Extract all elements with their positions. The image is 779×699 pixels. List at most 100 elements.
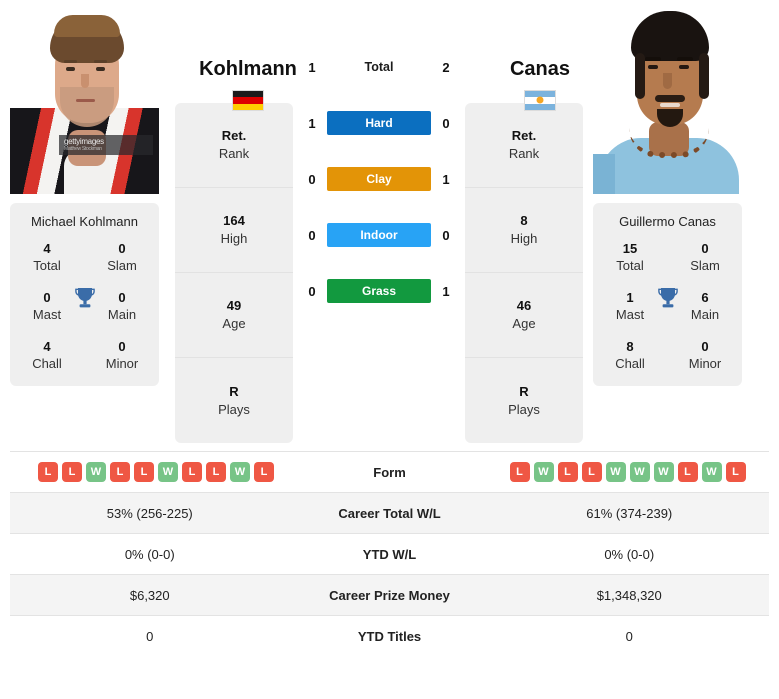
watermark-subtext: Matthew Stockman [64,146,102,152]
right-rank-label: Rank [508,146,540,161]
row-label-ytd-titles: YTD Titles [357,628,422,644]
h2h-hard-right: 0 [442,115,450,131]
h2h-hard-label: Hard [327,111,431,135]
stat-main: 0 Main [99,289,145,323]
right-high-value: 8 [520,213,528,228]
right-ytd-wl: 0% (0-0) [604,546,655,562]
form-badge-w: W [230,462,250,482]
left-ytd-wl: 0% (0-0) [124,546,175,562]
h2h-row-indoor: 0 Indoor 0 [297,221,461,249]
left-high-value: 164 [223,213,245,228]
form-badge-w: W [533,462,554,482]
titles-row: 15 Total 0 Slam [597,240,738,274]
left-player-last-name: Kohlmann [199,58,297,80]
left-high-cell: 164 High [175,188,293,273]
stat-slam: 0 Slam [99,240,145,274]
row-label-form: Form [373,464,406,480]
right-age-label: Age [512,316,536,331]
stat-chall: 4 Chall [24,338,70,372]
stat-slam: 0 Slam [682,240,728,274]
left-age-cell: 49 Age [175,273,293,358]
h2h-total-label: Total [364,60,394,74]
form-badge-l: L [557,462,578,482]
form-badge-w: W [86,462,106,482]
stat-chall-value: 4 [43,339,51,354]
h2h-clay-right: 1 [442,171,450,187]
right-age-value: 46 [516,298,532,313]
left-plays-value: R [229,383,239,399]
h2h-row-clay: 0 Clay 1 [297,165,461,193]
form-badge-w: W [653,462,674,482]
left-plays-cell: R Plays [175,358,293,443]
stat-mast-label: Mast [615,307,645,322]
trophy-icon [72,285,98,311]
stat-chall-value: 8 [626,339,634,354]
right-prize-money: $1,348,320 [596,587,662,603]
form-badge-w: W [701,462,722,482]
form-badge-l: L [254,462,274,482]
row-label-ytd-wl: YTD W/L [362,546,417,562]
left-form-list: LLWLLWLLWL [16,462,284,482]
stat-chall: 8 Chall [607,338,653,372]
right-career-wl: 61% (374-239) [586,505,673,521]
stat-mast-value: 0 [43,290,51,305]
row-label-career-wl: Career Total W/L [338,505,441,521]
right-plays-cell: R Plays [465,358,583,443]
stat-minor-value: 0 [118,339,126,354]
h2h-clay-left: 0 [308,171,316,187]
right-ytd-titles: 0 [625,628,633,644]
stat-total: 15 Total [607,240,653,274]
right-player-titles-card: Guillermo Canas 15 Total 0 Slam 1 Mast 6… [593,203,742,386]
stat-minor-label: Minor [688,356,722,371]
right-age-cell: 46 Age [465,273,583,358]
left-player-photo: gettyimages Matthew Stockman [10,0,159,194]
stat-total-value: 15 [622,241,638,256]
right-high-cell: 8 High [465,188,583,273]
h2h-hard-left: 1 [308,115,316,131]
form-badge-w: W [629,462,650,482]
titles-row: 8 Chall 0 Minor [597,338,738,372]
left-ytd-titles: 0 [146,628,154,644]
right-name-block: Canas [470,57,610,111]
stat-total: 4 Total [24,240,70,274]
h2h-grass-label: Grass [327,279,431,303]
h2h-total-right: 2 [442,59,450,75]
right-rank-value: Ret. [511,128,537,143]
trophy-icon [655,285,681,311]
comparison-stats-table: LLWLLWLLWL Form LWLLWWWLWL 53% (256-225)… [10,451,769,657]
table-row-form: LLWLLWLLWL Form LWLLWWWLWL [10,451,769,493]
titles-row: 4 Chall 0 Minor [14,338,155,372]
left-name-block: Kohlmann [178,57,318,111]
right-plays-label: Plays [508,401,540,417]
right-player-full-name: Guillermo Canas [619,214,716,229]
form-badge-l: L [134,462,154,482]
stat-mast-value: 1 [626,290,634,305]
table-row-ytd-wl: 0% (0-0) YTD W/L 0% (0-0) [10,533,769,575]
form-badge-l: L [38,462,58,482]
right-player-photo [593,0,742,194]
watermark-text: gettyimages [64,137,104,146]
right-rank-cell: Ret. Rank [465,103,583,188]
h2h-row-total: 1 Total 2 [297,53,461,81]
left-player-info-card: Ret. Rank 164 High 49 Age R Plays [175,103,293,443]
left-player-full-name: Michael Kohlmann [31,214,138,229]
left-career-wl: 53% (256-225) [106,505,193,521]
right-high-label: High [510,231,538,246]
form-badge-l: L [110,462,130,482]
stat-mast-label: Mast [32,307,62,322]
titles-row: 4 Total 0 Slam [14,240,155,274]
stat-mast: 0 Mast [24,289,70,323]
stat-total-label: Total [616,258,644,273]
stat-minor: 0 Minor [99,338,145,372]
stat-minor-value: 0 [701,339,709,354]
stat-slam-label: Slam [107,258,137,273]
stat-minor: 0 Minor [682,338,728,372]
h2h-clay-label: Clay [327,167,431,191]
left-rank-label: Rank [218,146,250,161]
stat-mast: 1 Mast [607,289,653,323]
left-prize-money: $6,320 [129,587,170,603]
form-badge-l: L [62,462,82,482]
right-player-column: Guillermo Canas 15 Total 0 Slam 1 Mast 6… [593,0,748,386]
stat-total-value: 4 [43,241,51,256]
left-plays-label: Plays [218,401,250,417]
